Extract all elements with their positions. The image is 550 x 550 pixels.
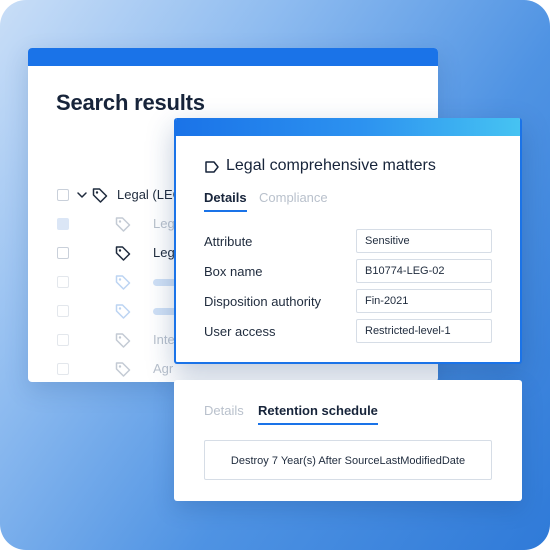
- tag-icon: [115, 333, 131, 348]
- box-name-row: Box name B10774-LEG-02: [204, 259, 494, 283]
- details-title: Legal comprehensive matters: [226, 157, 436, 174]
- row-checkbox[interactable]: [57, 334, 69, 346]
- record-details-panel: Legal comprehensive matters Details Comp…: [174, 118, 522, 364]
- retention-rule-field[interactable]: Destroy 7 Year(s) After SourceLastModifi…: [204, 440, 492, 480]
- attribute-value-field[interactable]: Sensitive: [356, 229, 492, 253]
- tag-icon: [115, 275, 131, 290]
- row-label: Leg: [153, 245, 175, 260]
- label-icon: [205, 161, 219, 173]
- disposition-authority-label: Disposition authority: [204, 294, 322, 309]
- tag-icon: [115, 246, 131, 261]
- box-name-field[interactable]: B10774-LEG-02: [356, 259, 492, 283]
- row-label: Inte: [153, 332, 175, 347]
- row-label: Leg: [153, 216, 175, 231]
- tag-icon: [115, 362, 131, 377]
- row-label: Legal (LEG: [117, 187, 183, 202]
- row-checkbox[interactable]: [57, 189, 69, 201]
- user-access-field[interactable]: Restricted-level-1: [356, 319, 492, 343]
- search-results-title: Search results: [56, 90, 205, 115]
- tag-icon: [115, 217, 131, 232]
- row-checkbox[interactable]: [57, 305, 69, 317]
- retention-panel: Details Retention schedule Destroy 7 Yea…: [174, 380, 522, 501]
- tag-icon: [115, 304, 131, 319]
- tab-details[interactable]: Details: [204, 190, 247, 212]
- disposition-authority-field[interactable]: Fin-2021: [356, 289, 492, 313]
- user-access-row: User access Restricted-level-1: [204, 319, 494, 343]
- chevron-down-icon[interactable]: [75, 188, 89, 202]
- disposition-authority-row: Disposition authority Fin-2021: [204, 289, 494, 313]
- tab-retention-schedule[interactable]: Retention schedule: [258, 403, 378, 425]
- user-access-label: User access: [204, 324, 276, 339]
- attribute-row: Attribute Sensitive: [204, 229, 494, 253]
- tab-details[interactable]: Details: [204, 403, 244, 418]
- background: Search results Legal (LEG Leg Leg Inte A…: [0, 0, 550, 550]
- attribute-label: Attribute: [204, 234, 253, 249]
- box-name-label: Box name: [204, 264, 263, 279]
- search-panel-header-bar: [28, 48, 438, 66]
- details-panel-header-bar: [176, 118, 520, 136]
- tag-icon: [92, 188, 108, 203]
- row-checkbox[interactable]: [57, 218, 69, 230]
- tab-compliance[interactable]: Compliance: [259, 190, 328, 205]
- row-checkbox[interactable]: [57, 363, 69, 375]
- row-checkbox[interactable]: [57, 276, 69, 288]
- row-label: Agr: [153, 361, 174, 376]
- row-checkbox[interactable]: [57, 247, 69, 259]
